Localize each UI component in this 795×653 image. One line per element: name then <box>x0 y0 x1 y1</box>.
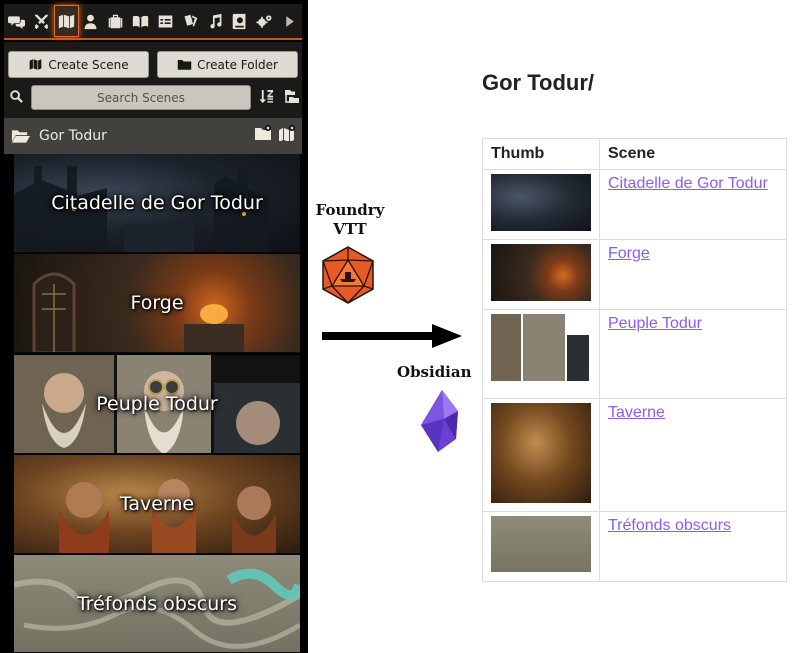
scene-name: Tréfonds obscurs <box>76 592 238 615</box>
scene-thumbnail <box>491 244 591 301</box>
thumb-cell <box>482 239 600 310</box>
scene-thumbnail <box>491 403 591 503</box>
scene-link[interactable]: Peuple Todur <box>608 315 702 332</box>
tab-playlists[interactable] <box>203 5 228 37</box>
suitcase-icon <box>108 14 123 28</box>
tab-compendium[interactable] <box>227 5 252 37</box>
scene-entry[interactable]: Taverne <box>14 455 300 554</box>
gears-icon <box>256 14 272 28</box>
portrait-thumb <box>523 314 565 381</box>
scene-cell: Tréfonds obscurs <box>599 511 787 582</box>
scene-entry[interactable]: Tréfonds obscurs <box>14 555 300 653</box>
scene-name: Forge <box>130 292 184 314</box>
scene-cell: Forge <box>599 239 787 310</box>
thumb-cell <box>482 511 600 582</box>
create-scene-label: Create Scene <box>48 57 129 72</box>
tab-cards[interactable] <box>178 5 203 37</box>
create-scene-in-folder-icon[interactable] <box>278 125 296 141</box>
scene-cell: Peuple Todur <box>599 309 787 399</box>
scene-link[interactable]: Forge <box>608 245 650 262</box>
table-row: Forge <box>482 239 787 310</box>
scenes-table: Thumb Scene Citadelle de Gor Todur Forge… <box>482 138 787 582</box>
chat-bubbles-icon <box>7 15 25 29</box>
scene-name: Citadelle de Gor Todur <box>51 192 263 214</box>
thumb-cell <box>482 309 600 399</box>
folder-name: Gor Todur <box>39 128 107 144</box>
folder-icon <box>177 60 192 70</box>
directory-header: Create Scene Create Folder <box>4 42 302 118</box>
scene-link[interactable]: Taverne <box>608 404 665 421</box>
thumb-cell <box>482 398 600 512</box>
create-folder-button[interactable]: Create Folder <box>157 51 298 78</box>
thumb-cell <box>482 169 600 240</box>
tab-chat[interactable] <box>4 5 29 37</box>
table-icon <box>158 15 173 27</box>
scene-link[interactable]: Tréfonds obscurs <box>608 517 731 534</box>
column-header-thumb: Thumb <box>482 138 600 170</box>
obsidian-gem-icon <box>421 390 458 452</box>
tab-combat[interactable] <box>29 5 54 37</box>
scene-name: Taverne <box>119 493 195 515</box>
tab-tables[interactable] <box>153 5 178 37</box>
map-icon <box>30 59 42 70</box>
table-header-row: Thumb Scene <box>482 138 787 170</box>
sort-alpha-icon[interactable] <box>259 89 274 104</box>
tab-items[interactable] <box>103 5 128 37</box>
atlas-icon <box>233 13 246 29</box>
caret-right-icon <box>286 15 294 27</box>
note-title: Gor Todur/ <box>482 70 595 95</box>
table-row: Tréfonds obscurs <box>482 511 787 582</box>
column-header-scene: Scene <box>599 138 787 170</box>
table-row: Citadelle de Gor Todur <box>482 169 787 240</box>
foundry-sidebar: Create Scene Create Folder Gor Todur Cit… <box>0 0 308 653</box>
folder-actions <box>254 125 296 141</box>
sidebar-tabs <box>4 4 302 40</box>
scene-name: Peuple Todur <box>96 393 218 415</box>
portrait-thumb <box>491 314 521 381</box>
user-icon <box>84 14 97 29</box>
collapse-folders-icon[interactable] <box>284 89 300 104</box>
cards-icon <box>184 14 198 27</box>
scene-folder-header[interactable]: Gor Todur <box>4 118 302 154</box>
scene-link[interactable]: Citadelle de Gor Todur <box>608 175 768 192</box>
create-subfolder-icon[interactable] <box>254 125 272 141</box>
search-scenes-input[interactable] <box>31 85 251 110</box>
scene-thumbnail <box>491 174 591 231</box>
map-icon <box>58 14 74 28</box>
table-row: Peuple Todur <box>482 309 787 399</box>
arrow-right-icon <box>322 324 462 348</box>
scene-entry[interactable]: Forge <box>14 254 300 353</box>
scene-thumbnail <box>491 516 591 572</box>
search-icon <box>10 90 23 103</box>
tab-scenes[interactable] <box>53 5 79 37</box>
music-note-icon <box>209 13 221 28</box>
scene-entry[interactable]: Citadelle de Gor Todur <box>14 154 300 253</box>
folder-open-icon <box>11 129 30 143</box>
tab-actors[interactable] <box>79 5 104 37</box>
create-folder-label: Create Folder <box>197 57 278 72</box>
tab-collapse[interactable] <box>277 5 302 37</box>
scene-cell: Taverne <box>599 398 787 512</box>
tab-settings[interactable] <box>252 5 277 37</box>
d20-dice-icon <box>322 246 374 304</box>
scene-thumbnail <box>491 314 591 381</box>
scene-entry[interactable]: Peuple Todur <box>14 355 300 454</box>
open-book-icon <box>132 15 149 27</box>
foundry-vtt-label: Foundry VTT <box>315 201 385 238</box>
crossed-swords-icon <box>34 14 49 29</box>
table-row: Taverne <box>482 398 787 512</box>
tab-journal[interactable] <box>128 5 153 37</box>
scene-cell: Citadelle de Gor Todur <box>599 169 787 240</box>
portrait-thumb <box>567 335 589 381</box>
obsidian-label: Obsidian <box>397 363 472 381</box>
create-scene-button[interactable]: Create Scene <box>8 51 149 78</box>
